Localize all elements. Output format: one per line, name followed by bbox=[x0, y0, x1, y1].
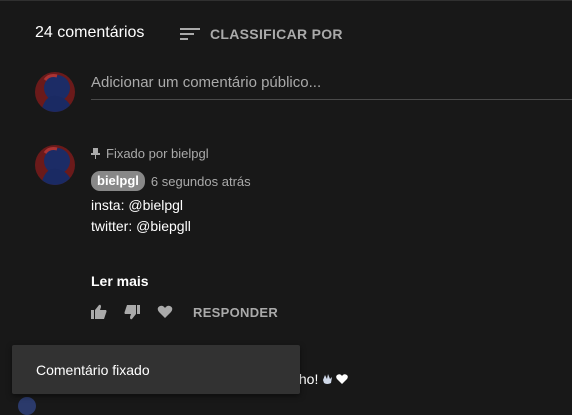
sort-button[interactable]: CLASSIFICAR POR bbox=[180, 26, 343, 42]
comment-body: insta: @bielpgl twitter: @biepgll bbox=[91, 195, 191, 237]
comment-input-container bbox=[91, 66, 572, 100]
comment-count: 24 comentários bbox=[35, 24, 145, 41]
comment-line: insta: @bielpgl bbox=[91, 197, 184, 213]
author-name-badge[interactable]: bielpgl bbox=[91, 171, 145, 191]
author-line: bielpgl 6 segundos atrás bbox=[91, 171, 251, 191]
comment-actions: RESPONDER bbox=[91, 304, 278, 320]
waving-hand-icon bbox=[323, 374, 333, 384]
toast-notification: Comentário fixado bbox=[12, 345, 300, 394]
next-comment-avatar[interactable] bbox=[18, 397, 36, 415]
white-heart-icon bbox=[336, 374, 349, 384]
comment-timestamp[interactable]: 6 segundos atrás bbox=[151, 174, 251, 189]
reply-button[interactable]: RESPONDER bbox=[193, 305, 278, 320]
comment-line: twitter: @biepgll bbox=[91, 218, 191, 234]
avatar-image bbox=[35, 72, 75, 112]
user-avatar[interactable] bbox=[35, 72, 75, 112]
comments-header: 24 comentários bbox=[35, 24, 144, 42]
pin-icon bbox=[91, 148, 100, 159]
read-more-link[interactable]: Ler mais bbox=[91, 273, 149, 289]
toast-message: Comentário fixado bbox=[36, 362, 150, 378]
author-avatar[interactable] bbox=[35, 145, 75, 185]
heart-icon[interactable] bbox=[157, 304, 173, 320]
sort-icon bbox=[180, 28, 200, 40]
comment-input[interactable] bbox=[91, 66, 572, 98]
avatar-image bbox=[35, 145, 75, 185]
pinned-label: Fixado por bielpgl bbox=[106, 146, 209, 161]
top-divider bbox=[0, 0, 572, 1]
thumb-down-icon[interactable] bbox=[124, 304, 140, 320]
thumb-up-icon[interactable] bbox=[91, 304, 107, 320]
pinned-label-row: Fixado por bielpgl bbox=[91, 146, 209, 161]
sort-label: CLASSIFICAR POR bbox=[210, 26, 343, 42]
